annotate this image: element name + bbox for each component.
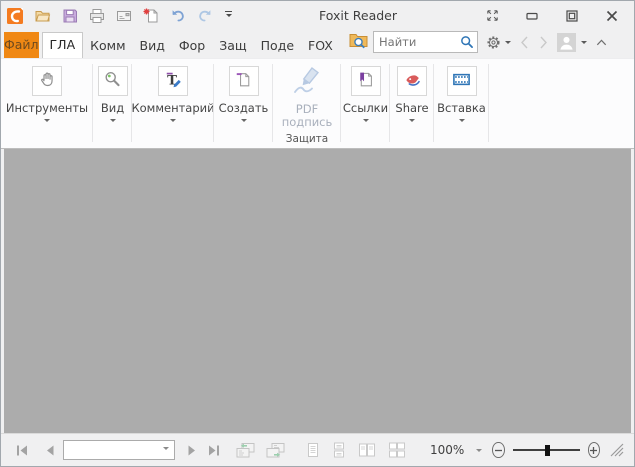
search-icon[interactable]: [457, 35, 477, 49]
dropdown-caret-icon: [409, 119, 415, 125]
status-bar: 100%: [1, 433, 634, 466]
history-back-icon: [519, 35, 530, 50]
zoom-level-caret-icon[interactable]: [476, 449, 482, 455]
print-icon[interactable]: [88, 7, 106, 25]
previous-page-icon[interactable]: [45, 444, 55, 457]
hand-icon: [38, 70, 57, 93]
create-label: Создать: [219, 101, 269, 115]
zoom-magnifier-icon: [103, 70, 122, 93]
foxit-reader-window: Foxit Reader Файл ГЛА Комм Вид Фор Защ П…: [0, 0, 635, 467]
single-page-layout-icon: [306, 442, 320, 458]
page-number-combo[interactable]: [63, 440, 175, 460]
settings-gear-icon[interactable]: [486, 35, 511, 50]
zoom-slider[interactable]: [513, 444, 580, 456]
dropdown-caret-icon: [170, 119, 176, 125]
create-pdf-icon[interactable]: [142, 7, 160, 25]
search-folder-icon[interactable]: [348, 30, 369, 54]
ribbon-tab-bar: Файл ГЛА Комм Вид Фор Защ Поде FOX Пом: [1, 30, 634, 59]
pdf-sign-button-disabled: PDF подпись Защита: [273, 59, 341, 148]
ribbon: Инструменты Вид T Комментарий Создать: [1, 59, 634, 149]
title-bar: Foxit Reader: [1, 1, 634, 30]
page-combo-caret-icon[interactable]: [163, 447, 169, 453]
tab-view[interactable]: Вид: [133, 34, 172, 58]
film-strip-icon: [452, 70, 471, 93]
tab-help[interactable]: Пом: [340, 34, 347, 58]
last-page-icon[interactable]: [207, 444, 221, 457]
facing-layout-icon: [358, 442, 376, 458]
continuous-layout-icon: [332, 442, 346, 458]
zoom-in-icon[interactable]: [588, 442, 600, 458]
links-label: Ссылки: [343, 101, 388, 115]
dropdown-caret-icon: [459, 119, 465, 125]
maximize-icon[interactable]: [564, 8, 580, 24]
dropdown-caret-icon: [110, 119, 116, 125]
text-comment-icon: T: [164, 70, 183, 93]
tab-bar-right-controls: [348, 30, 608, 58]
resize-grip-icon[interactable]: [610, 443, 624, 457]
tab-share[interactable]: Поде: [254, 34, 301, 58]
insert-label: Вставка: [437, 101, 486, 115]
dropdown-caret-icon: [241, 119, 247, 125]
redo-icon[interactable]: [196, 7, 214, 25]
minimize-icon[interactable]: [524, 8, 540, 24]
window-title: Foxit Reader: [232, 8, 484, 23]
document-area[interactable]: [4, 149, 631, 433]
email-icon[interactable]: [115, 7, 133, 25]
links-button[interactable]: Ссылки: [341, 59, 390, 148]
create-document-icon: [234, 70, 253, 93]
quick-access-toolbar: [7, 7, 232, 25]
share-button[interactable]: Share: [390, 59, 434, 148]
protect-group-label: Защита: [286, 133, 328, 148]
zoom-out-icon[interactable]: [492, 442, 504, 458]
dropdown-caret-icon: [44, 119, 50, 125]
tab-comment[interactable]: Комм: [83, 34, 132, 58]
zoom-level-value[interactable]: 100%: [430, 443, 464, 457]
customize-toolbar-dropdown-icon[interactable]: [225, 11, 232, 20]
comment-button[interactable]: T Комментарий: [132, 59, 214, 148]
open-file-icon[interactable]: [34, 7, 52, 25]
pdf-sign-label-line2: подпись: [282, 116, 333, 129]
pdf-signature-pen-icon: [289, 63, 325, 103]
tab-form[interactable]: Фор: [172, 34, 212, 58]
window-controls: [484, 8, 620, 24]
bookmark-document-icon: [356, 70, 375, 93]
ribbon-empty-space: [489, 59, 634, 148]
share-label: Share: [395, 101, 428, 115]
tab-protect[interactable]: Защ: [212, 34, 253, 58]
next-view-icon: [265, 442, 286, 459]
search-box: [373, 31, 478, 53]
view-zoom-button[interactable]: Вид: [93, 59, 132, 148]
fullscreen-icon[interactable]: [484, 8, 500, 24]
first-page-icon[interactable]: [15, 444, 29, 457]
search-input[interactable]: [374, 35, 457, 49]
comment-label: Комментарий: [131, 101, 214, 115]
create-button[interactable]: Создать: [214, 59, 273, 148]
share-icon: [403, 70, 422, 93]
page-number-input[interactable]: [64, 444, 163, 457]
save-icon[interactable]: [61, 7, 79, 25]
insert-button[interactable]: Вставка: [434, 59, 489, 148]
tools-label: Инструменты: [6, 101, 88, 115]
account-avatar[interactable]: [557, 33, 587, 52]
undo-icon[interactable]: [169, 7, 187, 25]
close-icon[interactable]: [604, 8, 620, 24]
continuous-facing-layout-icon: [388, 442, 406, 458]
foxit-logo-icon[interactable]: [7, 7, 25, 25]
tab-foxit-cloud[interactable]: FOX: [301, 34, 340, 58]
history-forward-icon: [538, 35, 549, 50]
ribbon-tabs: Файл ГЛА Комм Вид Фор Защ Поде FOX Пом: [4, 32, 347, 58]
previous-view-icon: [235, 442, 256, 459]
collapse-ribbon-icon[interactable]: [595, 37, 608, 47]
tab-file[interactable]: Файл: [4, 32, 39, 58]
tab-home[interactable]: ГЛА: [42, 32, 84, 58]
view-label: Вид: [101, 101, 124, 115]
dropdown-caret-icon: [363, 119, 369, 125]
next-page-icon[interactable]: [187, 444, 197, 457]
zoom-slider-handle[interactable]: [545, 445, 550, 456]
tools-button[interactable]: Инструменты: [1, 59, 93, 148]
